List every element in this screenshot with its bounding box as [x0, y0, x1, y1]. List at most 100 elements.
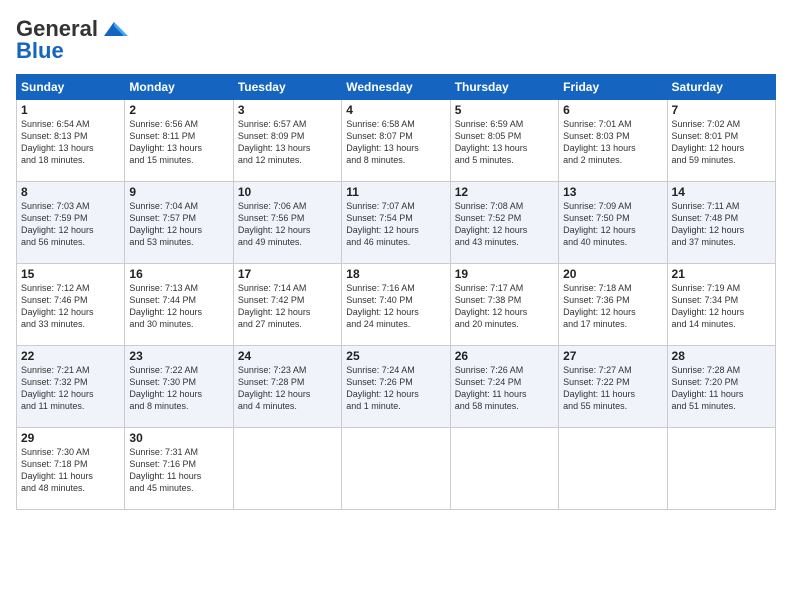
- day-info: Sunrise: 7:19 AM Sunset: 7:34 PM Dayligh…: [672, 282, 771, 331]
- main-container: General Blue SundayMondayTuesdayWednesda…: [0, 0, 792, 518]
- day-number: 8: [21, 185, 120, 199]
- week-row-5: 29Sunrise: 7:30 AM Sunset: 7:18 PM Dayli…: [17, 428, 776, 510]
- calendar-cell: 13Sunrise: 7:09 AM Sunset: 7:50 PM Dayli…: [559, 182, 667, 264]
- day-number: 18: [346, 267, 445, 281]
- header-row: SundayMondayTuesdayWednesdayThursdayFrid…: [17, 75, 776, 100]
- calendar-cell: 8Sunrise: 7:03 AM Sunset: 7:59 PM Daylig…: [17, 182, 125, 264]
- day-info: Sunrise: 7:06 AM Sunset: 7:56 PM Dayligh…: [238, 200, 337, 249]
- calendar-cell: 6Sunrise: 7:01 AM Sunset: 8:03 PM Daylig…: [559, 100, 667, 182]
- day-info: Sunrise: 7:13 AM Sunset: 7:44 PM Dayligh…: [129, 282, 228, 331]
- day-number: 7: [672, 103, 771, 117]
- calendar-cell: 30Sunrise: 7:31 AM Sunset: 7:16 PM Dayli…: [125, 428, 233, 510]
- calendar-cell: 5Sunrise: 6:59 AM Sunset: 8:05 PM Daylig…: [450, 100, 558, 182]
- calendar-cell: 21Sunrise: 7:19 AM Sunset: 7:34 PM Dayli…: [667, 264, 775, 346]
- day-info: Sunrise: 7:28 AM Sunset: 7:20 PM Dayligh…: [672, 364, 771, 413]
- day-number: 20: [563, 267, 662, 281]
- day-number: 22: [21, 349, 120, 363]
- day-number: 29: [21, 431, 120, 445]
- day-number: 23: [129, 349, 228, 363]
- calendar-cell: 1Sunrise: 6:54 AM Sunset: 8:13 PM Daylig…: [17, 100, 125, 182]
- day-number: 19: [455, 267, 554, 281]
- header-thursday: Thursday: [450, 75, 558, 100]
- calendar-cell: 28Sunrise: 7:28 AM Sunset: 7:20 PM Dayli…: [667, 346, 775, 428]
- calendar-cell: 7Sunrise: 7:02 AM Sunset: 8:01 PM Daylig…: [667, 100, 775, 182]
- logo-blue: Blue: [16, 38, 64, 64]
- day-info: Sunrise: 7:27 AM Sunset: 7:22 PM Dayligh…: [563, 364, 662, 413]
- day-number: 17: [238, 267, 337, 281]
- day-info: Sunrise: 7:01 AM Sunset: 8:03 PM Dayligh…: [563, 118, 662, 167]
- week-row-2: 8Sunrise: 7:03 AM Sunset: 7:59 PM Daylig…: [17, 182, 776, 264]
- calendar-table: SundayMondayTuesdayWednesdayThursdayFrid…: [16, 74, 776, 510]
- header-sunday: Sunday: [17, 75, 125, 100]
- day-info: Sunrise: 7:14 AM Sunset: 7:42 PM Dayligh…: [238, 282, 337, 331]
- day-info: Sunrise: 7:17 AM Sunset: 7:38 PM Dayligh…: [455, 282, 554, 331]
- day-number: 14: [672, 185, 771, 199]
- day-info: Sunrise: 7:22 AM Sunset: 7:30 PM Dayligh…: [129, 364, 228, 413]
- day-number: 16: [129, 267, 228, 281]
- calendar-cell: 15Sunrise: 7:12 AM Sunset: 7:46 PM Dayli…: [17, 264, 125, 346]
- header-wednesday: Wednesday: [342, 75, 450, 100]
- calendar-cell: 27Sunrise: 7:27 AM Sunset: 7:22 PM Dayli…: [559, 346, 667, 428]
- calendar-cell: 10Sunrise: 7:06 AM Sunset: 7:56 PM Dayli…: [233, 182, 341, 264]
- calendar-cell: [667, 428, 775, 510]
- day-info: Sunrise: 7:23 AM Sunset: 7:28 PM Dayligh…: [238, 364, 337, 413]
- calendar-cell: 26Sunrise: 7:26 AM Sunset: 7:24 PM Dayli…: [450, 346, 558, 428]
- calendar-cell: 18Sunrise: 7:16 AM Sunset: 7:40 PM Dayli…: [342, 264, 450, 346]
- day-info: Sunrise: 7:24 AM Sunset: 7:26 PM Dayligh…: [346, 364, 445, 413]
- day-info: Sunrise: 7:04 AM Sunset: 7:57 PM Dayligh…: [129, 200, 228, 249]
- day-number: 12: [455, 185, 554, 199]
- week-row-3: 15Sunrise: 7:12 AM Sunset: 7:46 PM Dayli…: [17, 264, 776, 346]
- day-number: 9: [129, 185, 228, 199]
- day-number: 10: [238, 185, 337, 199]
- calendar-cell: [450, 428, 558, 510]
- calendar-cell: 29Sunrise: 7:30 AM Sunset: 7:18 PM Dayli…: [17, 428, 125, 510]
- calendar-cell: [233, 428, 341, 510]
- day-number: 26: [455, 349, 554, 363]
- day-number: 25: [346, 349, 445, 363]
- day-info: Sunrise: 7:11 AM Sunset: 7:48 PM Dayligh…: [672, 200, 771, 249]
- day-number: 21: [672, 267, 771, 281]
- day-info: Sunrise: 7:09 AM Sunset: 7:50 PM Dayligh…: [563, 200, 662, 249]
- calendar-cell: 11Sunrise: 7:07 AM Sunset: 7:54 PM Dayli…: [342, 182, 450, 264]
- day-info: Sunrise: 7:18 AM Sunset: 7:36 PM Dayligh…: [563, 282, 662, 331]
- day-number: 15: [21, 267, 120, 281]
- day-info: Sunrise: 7:03 AM Sunset: 7:59 PM Dayligh…: [21, 200, 120, 249]
- day-number: 3: [238, 103, 337, 117]
- header-friday: Friday: [559, 75, 667, 100]
- calendar-cell: 19Sunrise: 7:17 AM Sunset: 7:38 PM Dayli…: [450, 264, 558, 346]
- day-info: Sunrise: 7:16 AM Sunset: 7:40 PM Dayligh…: [346, 282, 445, 331]
- calendar-cell: 24Sunrise: 7:23 AM Sunset: 7:28 PM Dayli…: [233, 346, 341, 428]
- header: General Blue: [16, 16, 776, 64]
- day-info: Sunrise: 7:31 AM Sunset: 7:16 PM Dayligh…: [129, 446, 228, 495]
- calendar-cell: 16Sunrise: 7:13 AM Sunset: 7:44 PM Dayli…: [125, 264, 233, 346]
- header-monday: Monday: [125, 75, 233, 100]
- day-number: 11: [346, 185, 445, 199]
- calendar-cell: 3Sunrise: 6:57 AM Sunset: 8:09 PM Daylig…: [233, 100, 341, 182]
- day-info: Sunrise: 6:58 AM Sunset: 8:07 PM Dayligh…: [346, 118, 445, 167]
- day-number: 4: [346, 103, 445, 117]
- header-saturday: Saturday: [667, 75, 775, 100]
- calendar-cell: [342, 428, 450, 510]
- day-number: 1: [21, 103, 120, 117]
- day-info: Sunrise: 7:21 AM Sunset: 7:32 PM Dayligh…: [21, 364, 120, 413]
- calendar-cell: [559, 428, 667, 510]
- header-tuesday: Tuesday: [233, 75, 341, 100]
- day-info: Sunrise: 7:26 AM Sunset: 7:24 PM Dayligh…: [455, 364, 554, 413]
- calendar-cell: 25Sunrise: 7:24 AM Sunset: 7:26 PM Dayli…: [342, 346, 450, 428]
- day-info: Sunrise: 7:07 AM Sunset: 7:54 PM Dayligh…: [346, 200, 445, 249]
- calendar-cell: 4Sunrise: 6:58 AM Sunset: 8:07 PM Daylig…: [342, 100, 450, 182]
- day-info: Sunrise: 6:54 AM Sunset: 8:13 PM Dayligh…: [21, 118, 120, 167]
- calendar-cell: 12Sunrise: 7:08 AM Sunset: 7:52 PM Dayli…: [450, 182, 558, 264]
- calendar-cell: 20Sunrise: 7:18 AM Sunset: 7:36 PM Dayli…: [559, 264, 667, 346]
- day-info: Sunrise: 6:56 AM Sunset: 8:11 PM Dayligh…: [129, 118, 228, 167]
- calendar-cell: 14Sunrise: 7:11 AM Sunset: 7:48 PM Dayli…: [667, 182, 775, 264]
- week-row-1: 1Sunrise: 6:54 AM Sunset: 8:13 PM Daylig…: [17, 100, 776, 182]
- week-row-4: 22Sunrise: 7:21 AM Sunset: 7:32 PM Dayli…: [17, 346, 776, 428]
- day-number: 2: [129, 103, 228, 117]
- day-info: Sunrise: 7:08 AM Sunset: 7:52 PM Dayligh…: [455, 200, 554, 249]
- day-number: 28: [672, 349, 771, 363]
- day-number: 27: [563, 349, 662, 363]
- day-info: Sunrise: 7:02 AM Sunset: 8:01 PM Dayligh…: [672, 118, 771, 167]
- day-info: Sunrise: 7:30 AM Sunset: 7:18 PM Dayligh…: [21, 446, 120, 495]
- day-number: 13: [563, 185, 662, 199]
